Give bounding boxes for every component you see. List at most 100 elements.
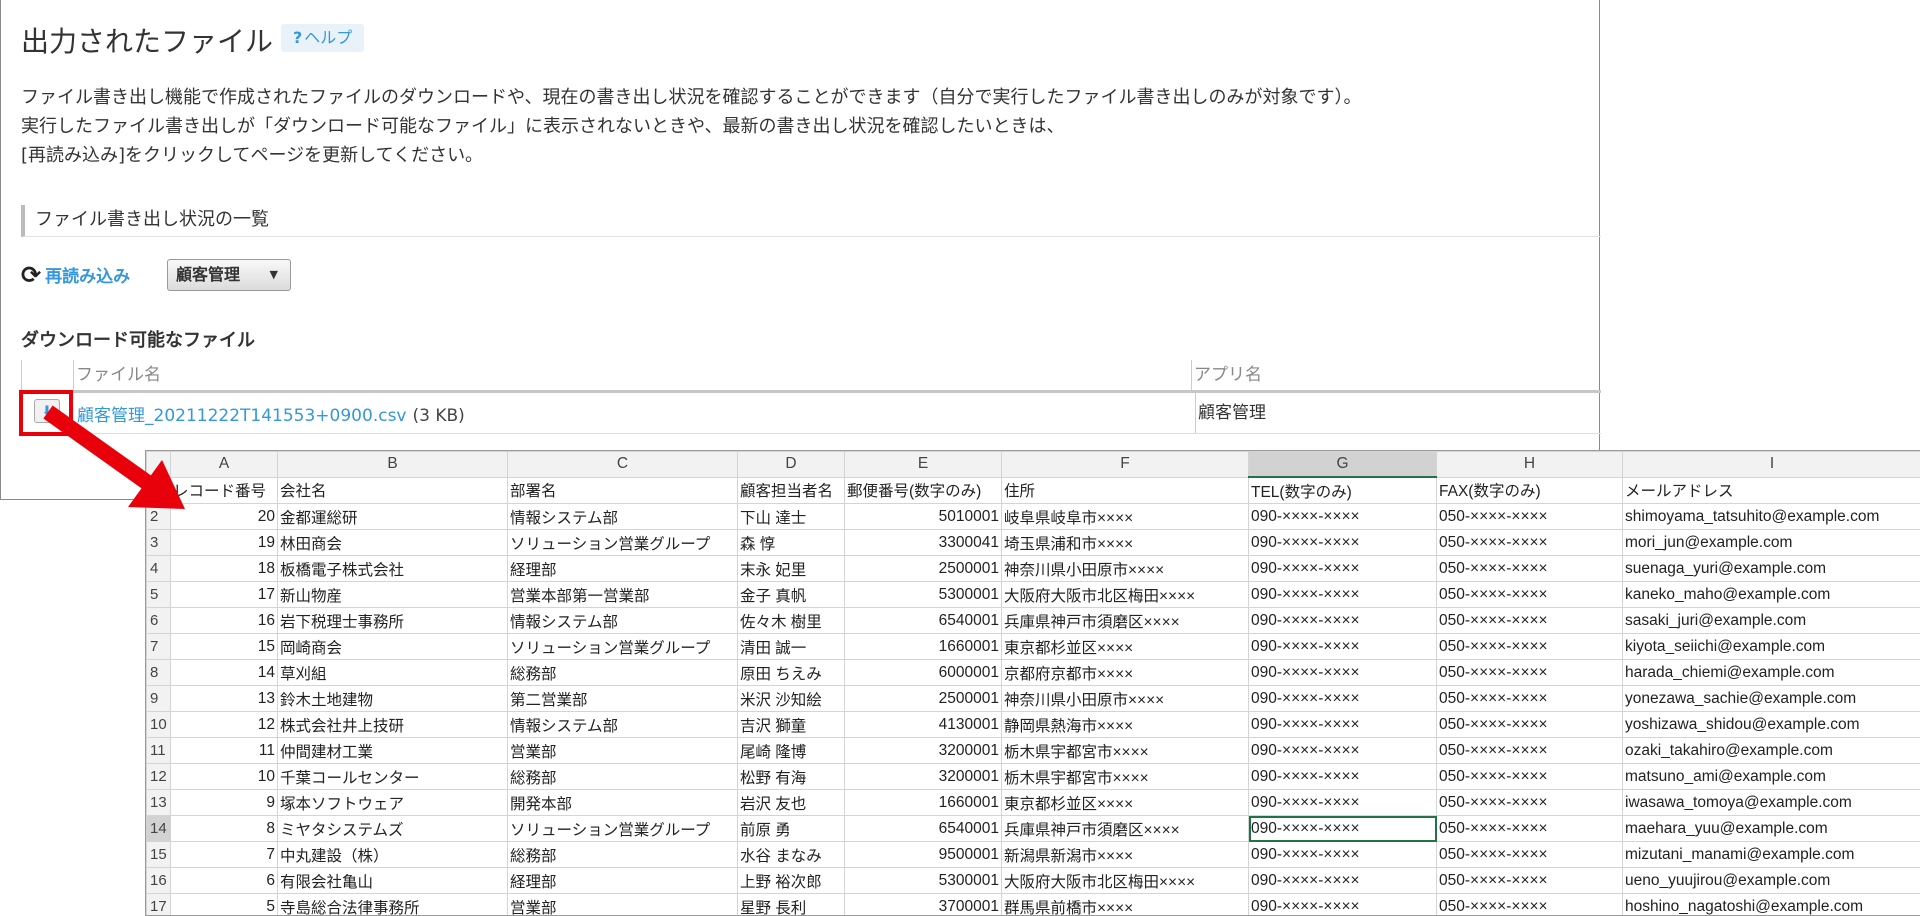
sheet-cell[interactable]: 5300001 (845, 868, 1002, 894)
sheet-cell[interactable]: ミヤタシステムズ (278, 816, 508, 842)
sheet-cell[interactable]: 050-××××-×××× (1437, 530, 1623, 556)
sheet-cell[interactable]: 17 (171, 582, 278, 608)
sheet-cell[interactable]: 1660001 (845, 790, 1002, 816)
sheet-cell[interactable]: 大阪府大阪市北区梅田×××× (1002, 582, 1249, 608)
row-number[interactable]: 14 (147, 816, 171, 842)
sheet-cell[interactable]: 3700001 (845, 894, 1002, 916)
sheet-cell[interactable]: 埼玉県浦和市×××× (1002, 530, 1249, 556)
app-filter-dropdown[interactable]: 顧客管理▼ (167, 259, 291, 291)
sheet-cell[interactable]: 16 (171, 608, 278, 634)
sheet-cell[interactable]: 栃木県宇都宮市×××× (1002, 738, 1249, 764)
sheet-cell[interactable]: kaneko_maho@example.com (1623, 582, 1920, 608)
sheet-cell[interactable]: 2500001 (845, 686, 1002, 712)
sheet-cell[interactable]: 090-××××-×××× (1249, 634, 1437, 660)
sheet-cell[interactable]: 中丸建設（株） (278, 842, 508, 868)
sheet-cell[interactable]: 総務部 (508, 764, 738, 790)
column-header[interactable]: I (1623, 452, 1920, 478)
sheet-cell[interactable]: 090-××××-×××× (1249, 842, 1437, 868)
sheet-cell[interactable]: 静岡県熱海市×××× (1002, 712, 1249, 738)
sheet-cell[interactable]: 上野 裕次郎 (738, 868, 845, 894)
sheet-cell[interactable]: 吉沢 獅童 (738, 712, 845, 738)
sheet-cell[interactable]: 1660001 (845, 634, 1002, 660)
sheet-cell[interactable]: 前原 勇 (738, 816, 845, 842)
sheet-cell[interactable]: TEL(数字のみ) (1249, 477, 1437, 504)
sheet-cell[interactable]: 090-××××-×××× (1249, 582, 1437, 608)
column-header[interactable]: E (845, 452, 1002, 478)
reload-link[interactable]: ⟳再読み込み (21, 262, 130, 287)
sheet-cell[interactable]: 郵便番号(数字のみ) (845, 477, 1002, 504)
sheet-cell[interactable]: 岩沢 友也 (738, 790, 845, 816)
row-number[interactable]: 6 (147, 608, 171, 634)
sheet-cell[interactable]: yonezawa_sachie@example.com (1623, 686, 1920, 712)
sheet-cell[interactable]: 9 (171, 790, 278, 816)
sheet-cell[interactable]: 情報システム部 (508, 504, 738, 530)
sheet-cell[interactable]: 6000001 (845, 660, 1002, 686)
sheet-cell[interactable]: 090-××××-×××× (1249, 790, 1437, 816)
sheet-cell[interactable]: 3200001 (845, 764, 1002, 790)
column-header[interactable]: B (278, 452, 508, 478)
sheet-cell[interactable]: 3300041 (845, 530, 1002, 556)
sheet-cell[interactable]: 営業部 (508, 894, 738, 916)
sheet-cell[interactable]: 050-××××-×××× (1437, 660, 1623, 686)
sheet-cell[interactable]: 050-××××-×××× (1437, 868, 1623, 894)
sheet-cell[interactable]: 12 (171, 712, 278, 738)
sheet-cell[interactable]: matsuno_ami@example.com (1623, 764, 1920, 790)
sheet-cell[interactable]: 有限会社亀山 (278, 868, 508, 894)
row-number[interactable]: 5 (147, 582, 171, 608)
sheet-cell[interactable]: 050-××××-×××× (1437, 582, 1623, 608)
sheet-cell[interactable]: 6 (171, 868, 278, 894)
sheet-cell[interactable]: 部署名 (508, 477, 738, 504)
column-header[interactable]: D (738, 452, 845, 478)
sheet-cell[interactable]: hoshino_nagatoshi@example.com (1623, 894, 1920, 916)
row-number[interactable]: 9 (147, 686, 171, 712)
sheet-cell[interactable]: ソリューション営業グループ (508, 816, 738, 842)
sheet-cell[interactable]: 9500001 (845, 842, 1002, 868)
sheet-cell[interactable]: 7 (171, 842, 278, 868)
sheet-cell[interactable]: sasaki_juri@example.com (1623, 608, 1920, 634)
sheet-cell[interactable]: 草刈組 (278, 660, 508, 686)
sheet-cell[interactable]: 090-××××-×××× (1249, 712, 1437, 738)
sheet-cell[interactable]: 050-××××-×××× (1437, 738, 1623, 764)
sheet-cell[interactable]: 開発本部 (508, 790, 738, 816)
sheet-cell[interactable]: iwasawa_tomoya@example.com (1623, 790, 1920, 816)
sheet-cell[interactable]: 050-××××-×××× (1437, 556, 1623, 582)
row-number[interactable]: 10 (147, 712, 171, 738)
sheet-cell[interactable]: 仲間建材工業 (278, 738, 508, 764)
sheet-cell[interactable]: 岐阜県岐阜市×××× (1002, 504, 1249, 530)
sheet-cell[interactable]: 栃木県宇都宮市×××× (1002, 764, 1249, 790)
sheet-cell[interactable]: 090-××××-×××× (1249, 868, 1437, 894)
sheet-cell[interactable]: 松野 有海 (738, 764, 845, 790)
sheet-cell[interactable]: 090-××××-×××× (1249, 608, 1437, 634)
sheet-cell[interactable]: 京都府京都市×××× (1002, 660, 1249, 686)
sheet-cell[interactable]: 090-××××-×××× (1249, 660, 1437, 686)
sheet-cell[interactable]: 13 (171, 686, 278, 712)
sheet-cell[interactable]: 兵庫県神戸市須磨区×××× (1002, 608, 1249, 634)
sheet-cell[interactable]: 10 (171, 764, 278, 790)
sheet-cell[interactable]: yoshizawa_shidou@example.com (1623, 712, 1920, 738)
sheet-cell[interactable]: 板橋電子株式会社 (278, 556, 508, 582)
sheet-cell[interactable]: 東京都杉並区×××× (1002, 634, 1249, 660)
sheet-cell[interactable]: mizutani_manami@example.com (1623, 842, 1920, 868)
sheet-cell[interactable]: ueno_yuujirou@example.com (1623, 868, 1920, 894)
sheet-cell[interactable]: 新山物産 (278, 582, 508, 608)
sheet-cell[interactable]: 090-××××-×××× (1249, 686, 1437, 712)
row-number[interactable]: 4 (147, 556, 171, 582)
sheet-cell[interactable]: 050-××××-×××× (1437, 634, 1623, 660)
sheet-cell[interactable]: 情報システム部 (508, 712, 738, 738)
sheet-cell[interactable]: 金子 真帆 (738, 582, 845, 608)
sheet-cell[interactable]: 新潟県新潟市×××× (1002, 842, 1249, 868)
sheet-cell[interactable]: 情報システム部 (508, 608, 738, 634)
sheet-cell[interactable]: 神奈川県小田原市×××× (1002, 556, 1249, 582)
sheet-cell[interactable]: 090-××××-×××× (1249, 556, 1437, 582)
sheet-cell[interactable]: 塚本ソフトウェア (278, 790, 508, 816)
sheet-cell[interactable]: kiyota_seiichi@example.com (1623, 634, 1920, 660)
sheet-cell[interactable]: FAX(数字のみ) (1437, 477, 1623, 504)
sheet-cell[interactable]: 14 (171, 660, 278, 686)
sheet-cell[interactable]: 050-××××-×××× (1437, 790, 1623, 816)
column-header[interactable]: G (1249, 452, 1437, 478)
sheet-cell[interactable]: 050-××××-×××× (1437, 842, 1623, 868)
sheet-cell[interactable]: 050-××××-×××× (1437, 504, 1623, 530)
sheet-cell[interactable]: 総務部 (508, 842, 738, 868)
sheet-cell[interactable]: 19 (171, 530, 278, 556)
sheet-cell[interactable]: 金都運総研 (278, 504, 508, 530)
